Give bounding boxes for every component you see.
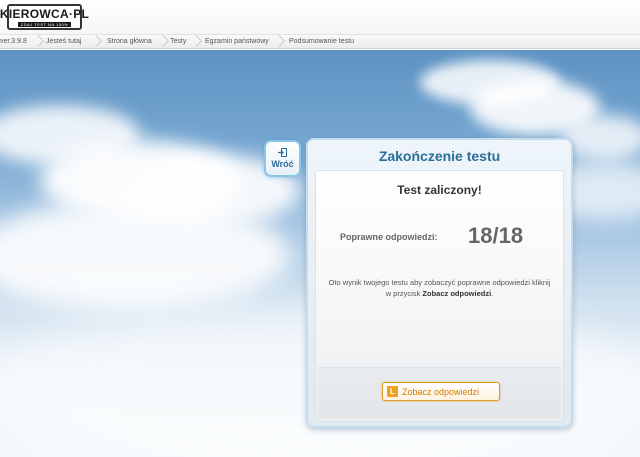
result-content: Test zaliczony! Poprawne odpowiedzi: 18/… <box>315 170 564 422</box>
breadcrumb-separator-icon <box>190 35 198 49</box>
info-text-end: . <box>491 289 494 298</box>
breadcrumb: ver.3.9.8 Jesteś tutaj Strona główna Tes… <box>0 35 640 49</box>
breadcrumb-separator-icon <box>273 35 281 49</box>
l-icon: L <box>387 386 398 397</box>
cloud <box>0 200 290 310</box>
breadcrumb-separator-icon <box>90 35 98 49</box>
score-label: Poprawne odpowiedzi: <box>340 232 438 242</box>
score-value: 18/18 <box>468 223 524 248</box>
breadcrumb-separator-icon <box>32 35 40 49</box>
breadcrumb-state-exam[interactable]: Egzamin państwowy <box>205 35 269 49</box>
exit-icon <box>278 148 287 157</box>
button-area: L Zobacz odpowiedzi <box>318 367 561 419</box>
back-button-label: Wróć <box>271 159 294 169</box>
info-text-block: Oto wynik twojego testu aby zobaczyć pop… <box>326 277 553 299</box>
show-answers-button[interactable]: L Zobacz odpowiedzi <box>382 382 500 401</box>
show-answers-label: Zobacz odpowiedzi <box>402 386 480 397</box>
breadcrumb-home[interactable]: Strona główna <box>107 35 152 49</box>
logo-tagline: ZDAJ TEST NA 100% <box>17 21 72 27</box>
logo[interactable]: KIEROWCA·PL ZDAJ TEST NA 100% <box>0 4 89 30</box>
info-text-bold: Zobacz odpowiedzi <box>422 289 492 298</box>
logo-text: KIEROWCA·PL <box>0 6 90 21</box>
header: KIEROWCA·PL ZDAJ TEST NA 100% <box>0 0 640 35</box>
breadcrumb-tests[interactable]: Testy <box>170 35 186 49</box>
breadcrumb-you-are-here: Jesteś tutaj <box>46 38 82 45</box>
result-status: Test zaliczony! <box>397 183 482 197</box>
breadcrumb-test-summary: Podsumowanie testu <box>289 38 354 45</box>
panel-title: Zakończenie testu <box>378 148 501 164</box>
result-panel: Zakończenie testu Test zaliczony! Popraw… <box>306 138 573 428</box>
breadcrumb-separator-icon <box>157 35 165 49</box>
back-button[interactable]: Wróć <box>264 140 301 177</box>
version-label: ver.3.9.8 <box>0 38 27 45</box>
